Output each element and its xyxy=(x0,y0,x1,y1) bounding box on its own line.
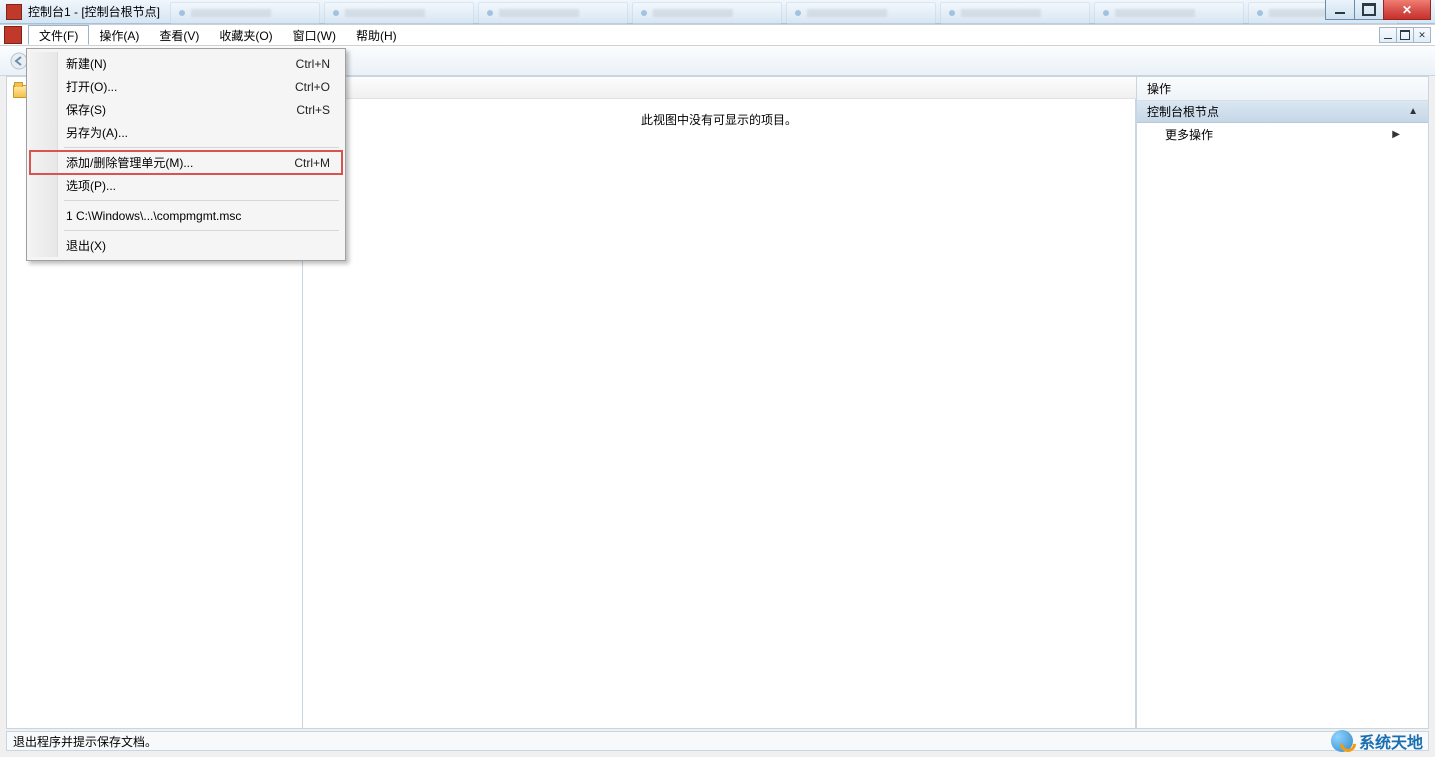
menu-help-label: 帮助(H) xyxy=(356,27,397,44)
maximize-button[interactable] xyxy=(1354,0,1384,20)
file-menu-new[interactable]: 新建(N) Ctrl+N xyxy=(30,52,342,75)
file-menu-add-remove-shortcut: Ctrl+M xyxy=(294,156,330,170)
menu-view[interactable]: 查看(V) xyxy=(149,25,209,45)
menu-window-label: 窗口(W) xyxy=(293,27,336,44)
menu-action[interactable]: 操作(A) xyxy=(89,25,149,45)
menu-favorites-label: 收藏夹(O) xyxy=(219,27,272,44)
watermark-text: 系统天地 xyxy=(1359,729,1423,753)
titlebar: 控制台1 - [控制台根节点] xyxy=(0,0,1435,24)
menu-help[interactable]: 帮助(H) xyxy=(346,25,407,45)
menu-favorites[interactable]: 收藏夹(O) xyxy=(209,25,282,45)
mdi-restore-button[interactable] xyxy=(1396,27,1414,43)
menu-file[interactable]: 文件(F) xyxy=(28,25,89,45)
globe-icon xyxy=(1331,730,1353,752)
file-menu-open-label: 打开(O)... xyxy=(66,78,117,95)
menu-action-label: 操作(A) xyxy=(99,27,139,44)
file-menu-save-label: 保存(S) xyxy=(66,101,106,118)
dropdown-separator xyxy=(64,230,339,231)
file-menu-exit-label: 退出(X) xyxy=(66,237,106,254)
file-menu-new-label: 新建(N) xyxy=(66,55,107,72)
background-taskbar-tabs xyxy=(170,0,1325,24)
mdi-minimize-button[interactable] xyxy=(1379,27,1397,43)
menu-view-label: 查看(V) xyxy=(159,27,199,44)
file-menu-open[interactable]: 打开(O)... Ctrl+O xyxy=(30,75,342,98)
file-menu-open-shortcut: Ctrl+O xyxy=(295,80,330,94)
list-pane[interactable]: 此视图中没有可显示的项目。 xyxy=(303,77,1136,728)
actions-pane: 操作 控制台根节点 ▲ 更多操作 ▶ xyxy=(1136,77,1428,728)
menu-file-label: 文件(F) xyxy=(39,27,78,44)
menu-window[interactable]: 窗口(W) xyxy=(283,25,346,45)
file-menu-save-as-label: 另存为(A)... xyxy=(66,124,128,141)
minimize-button[interactable] xyxy=(1325,0,1355,20)
list-header-name[interactable]: 名称 xyxy=(303,77,1136,99)
file-menu-save[interactable]: 保存(S) Ctrl+S xyxy=(30,98,342,121)
file-menu-new-shortcut: Ctrl+N xyxy=(296,57,330,71)
file-menu-options-label: 选项(P)... xyxy=(66,177,116,194)
statusbar-text: 退出程序并提示保存文档。 xyxy=(13,733,157,750)
mdi-close-button[interactable] xyxy=(1413,27,1431,43)
actions-pane-title-label: 操作 xyxy=(1147,80,1171,97)
dropdown-separator xyxy=(64,147,339,148)
file-menu-options[interactable]: 选项(P)... xyxy=(30,174,342,197)
actions-pane-title: 操作 xyxy=(1137,77,1428,101)
file-menu-save-as[interactable]: 另存为(A)... xyxy=(30,121,342,144)
mmc-window: 控制台1 - [控制台根节点] 文件(F) 操作(A) 查看(V) 收藏夹(O)… xyxy=(0,0,1435,757)
actions-section-header[interactable]: 控制台根节点 ▲ xyxy=(1137,101,1428,123)
dropdown-separator xyxy=(64,200,339,201)
actions-more[interactable]: 更多操作 ▶ xyxy=(1137,123,1428,145)
center-pane-wrapper: 名称 此视图中没有可显示的项目。 xyxy=(303,77,1136,728)
file-menu-dropdown: 新建(N) Ctrl+N 打开(O)... Ctrl+O 保存(S) Ctrl+… xyxy=(26,48,346,261)
file-menu-recent-1[interactable]: 1 C:\Windows\...\compmgmt.msc xyxy=(30,204,342,227)
menubar: 文件(F) 操作(A) 查看(V) 收藏夹(O) 窗口(W) 帮助(H) xyxy=(0,24,1435,46)
app-icon xyxy=(6,4,22,20)
close-button[interactable] xyxy=(1383,0,1431,20)
system-buttons xyxy=(1326,0,1431,20)
statusbar: 退出程序并提示保存文档。 xyxy=(6,731,1429,751)
file-menu-add-remove-snapin[interactable]: 添加/删除管理单元(M)... Ctrl+M xyxy=(30,151,342,174)
actions-more-label: 更多操作 xyxy=(1165,126,1213,143)
mdi-buttons xyxy=(1380,27,1431,43)
submenu-right-icon: ▶ xyxy=(1392,129,1400,140)
collapse-up-icon: ▲ xyxy=(1408,106,1418,117)
file-menu-save-shortcut: Ctrl+S xyxy=(296,103,330,117)
file-menu-recent-1-label: 1 C:\Windows\...\compmgmt.msc xyxy=(66,209,241,223)
actions-section-label: 控制台根节点 xyxy=(1147,103,1219,120)
mdi-app-icon xyxy=(4,26,22,44)
window-title: 控制台1 - [控制台根节点] xyxy=(28,3,160,20)
watermark: 系统天地 xyxy=(1331,729,1423,753)
empty-list-message: 此视图中没有可显示的项目。 xyxy=(641,111,797,720)
file-menu-exit[interactable]: 退出(X) xyxy=(30,234,342,257)
file-menu-add-remove-label: 添加/删除管理单元(M)... xyxy=(66,154,193,171)
